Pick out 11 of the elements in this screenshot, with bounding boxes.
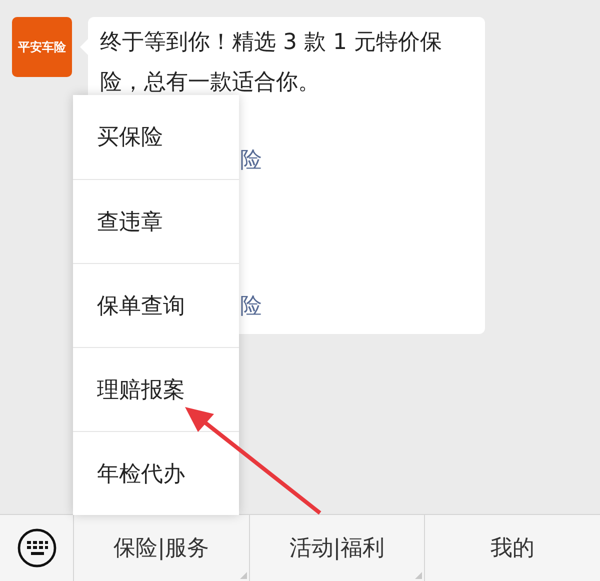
menu-item[interactable]: 查违章	[73, 179, 239, 263]
link-text[interactable]: 险	[240, 145, 262, 175]
link-text[interactable]: 险	[240, 291, 262, 321]
menu-button[interactable]: 活动|福利	[248, 515, 424, 581]
menu-item[interactable]: 保单查询	[73, 263, 239, 347]
logo-text: 平安车险	[18, 38, 66, 56]
message-text: 终于等到你！精选 3 款 1 元特价保险，总有一款适合你。	[100, 29, 443, 97]
menu-item[interactable]: 理赔报案	[73, 347, 239, 431]
menu-item[interactable]: 年检代办	[73, 431, 239, 515]
menu-button[interactable]: 保险|服务	[73, 515, 249, 581]
menu-item[interactable]: 买保险	[73, 95, 239, 179]
